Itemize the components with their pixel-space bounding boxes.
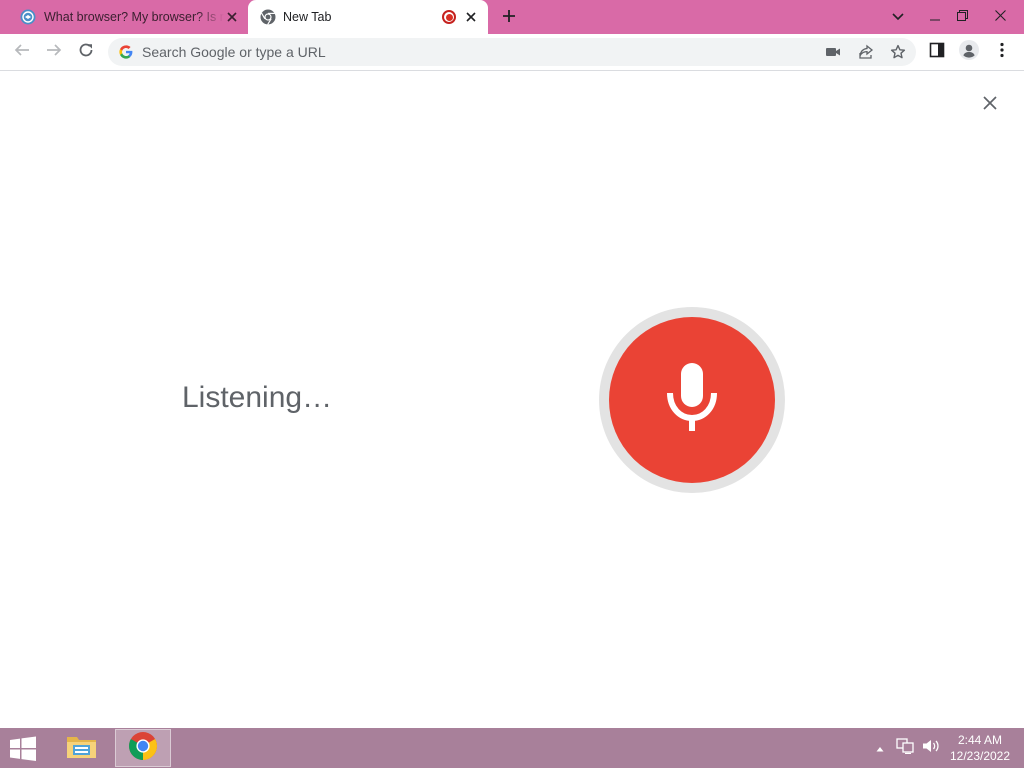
close-icon[interactable]	[463, 9, 479, 25]
whatbrowser-favicon	[20, 9, 36, 25]
profile-button[interactable]	[956, 39, 982, 65]
back-icon	[14, 42, 30, 63]
reload-button[interactable]	[73, 39, 99, 65]
chrome-favicon	[260, 9, 276, 25]
show-hidden-icons-button[interactable]	[872, 738, 888, 758]
volume-button[interactable]	[920, 738, 942, 758]
windows-start-icon	[8, 736, 38, 766]
tab-strip: What browser? My browser? Is m New Tab	[0, 0, 1024, 34]
camera-icon[interactable]	[824, 43, 842, 61]
volume-icon	[922, 738, 940, 759]
plus-icon	[502, 9, 516, 28]
reload-icon	[78, 42, 94, 63]
close-icon	[994, 8, 1006, 26]
google-g-icon	[119, 45, 133, 59]
tab-new-tab[interactable]: New Tab	[248, 0, 488, 34]
start-button[interactable]	[8, 736, 38, 762]
side-panel-icon	[929, 42, 945, 63]
clock-date: 12/23/2022	[949, 749, 1011, 763]
minimize-icon	[930, 8, 940, 26]
tab-title: What browser? My browser? Is m	[44, 10, 224, 24]
new-tab-button[interactable]	[498, 7, 520, 29]
tab-title: New Tab	[283, 10, 332, 24]
share-icon[interactable]	[857, 43, 875, 61]
close-icon[interactable]	[224, 9, 240, 25]
tab-search-button[interactable]	[880, 0, 916, 34]
restore-icon	[956, 8, 968, 26]
file-explorer-taskbar-button[interactable]	[54, 729, 110, 767]
mic-button[interactable]	[609, 317, 775, 483]
omnibox[interactable]	[108, 38, 916, 66]
browser-toolbar	[0, 34, 1024, 71]
file-explorer-icon	[65, 731, 99, 766]
tray-arrow-icon	[876, 739, 884, 757]
menu-button[interactable]	[989, 39, 1015, 65]
microphone-icon	[667, 362, 717, 438]
forward-button[interactable]	[41, 39, 67, 65]
chrome-taskbar-icon	[128, 731, 158, 766]
tab-whatbrowser[interactable]: What browser? My browser? Is m	[8, 0, 248, 34]
recording-icon	[442, 10, 456, 24]
voice-search-overlay: Listening…	[0, 71, 1024, 728]
close-icon	[983, 95, 997, 115]
taskbar: 2:44 AM 12/23/2022	[0, 728, 1024, 768]
chrome-taskbar-button[interactable]	[115, 729, 171, 767]
clock-time: 2:44 AM	[957, 733, 1003, 747]
back-button[interactable]	[9, 39, 35, 65]
forward-icon	[46, 42, 62, 63]
kebab-menu-icon	[1000, 42, 1004, 63]
network-icon	[896, 737, 914, 759]
close-window-button[interactable]	[982, 0, 1018, 34]
system-clock[interactable]: 2:44 AM 12/23/2022	[944, 732, 1016, 764]
network-button[interactable]	[894, 737, 916, 759]
chevron-down-icon	[892, 8, 904, 26]
close-voice-search-button[interactable]	[980, 95, 1000, 115]
address-input[interactable]	[142, 38, 822, 66]
star-icon[interactable]	[889, 43, 907, 61]
listening-status: Listening…	[182, 381, 333, 414]
profile-icon	[959, 39, 979, 65]
side-panel-button[interactable]	[924, 39, 950, 65]
restore-button[interactable]	[944, 0, 980, 34]
